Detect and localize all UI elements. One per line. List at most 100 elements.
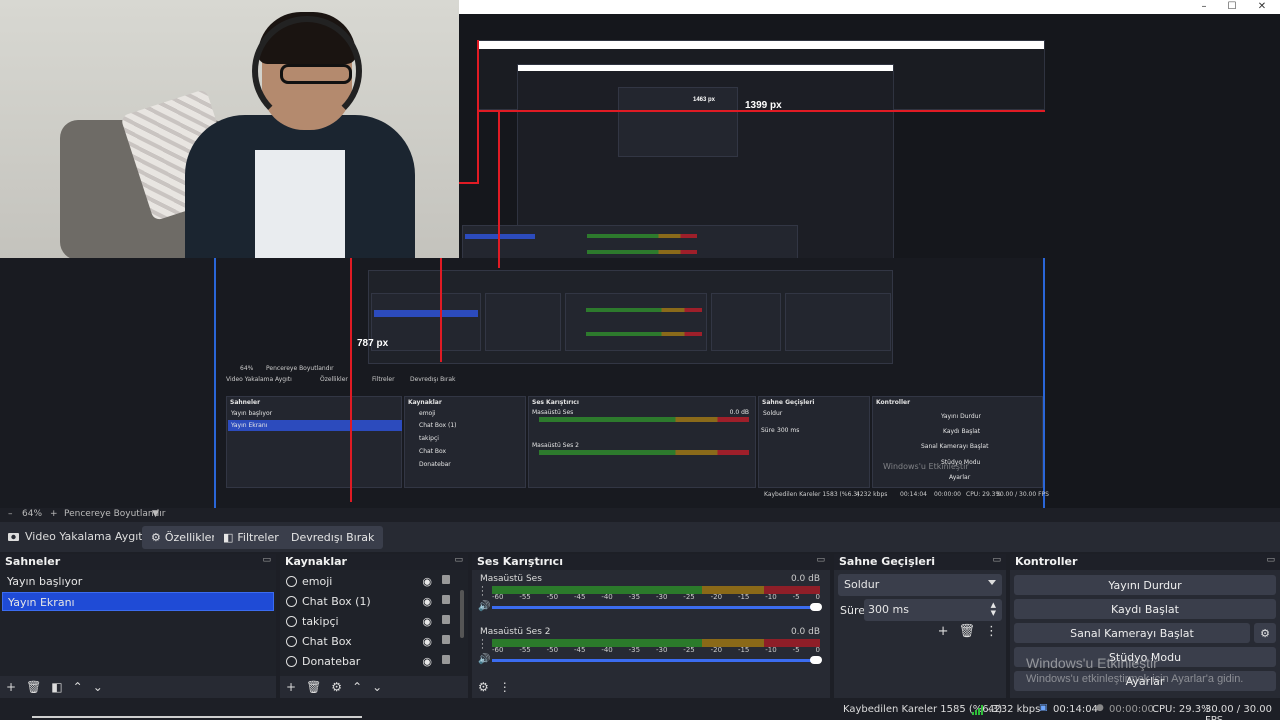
volume-slider-handle[interactable] (810, 656, 822, 664)
advanced-audio-icon[interactable]: ⚙ (478, 680, 489, 694)
webcam-feed[interactable] (0, 0, 459, 258)
gear-icon[interactable]: ⚙ (331, 680, 342, 694)
duration-input[interactable]: 300 ms ▲ ▼ (864, 599, 1002, 621)
trash-icon[interactable]: 🗑 (26, 680, 41, 694)
eye-icon[interactable]: ◉ (422, 575, 432, 588)
volume-slider[interactable] (492, 606, 820, 609)
nested2-meter (539, 450, 749, 455)
scenes-dock-header: Sahneler ▭ (0, 554, 276, 570)
lock-icon[interactable] (442, 635, 450, 644)
minimize-icon[interactable]: – (1195, 1, 1213, 12)
volume-slider-handle[interactable] (810, 603, 822, 611)
guide-line-vertical (498, 112, 500, 268)
horizontal-scrollbar[interactable] (32, 716, 362, 718)
nested2-zoom: 64% (240, 365, 254, 372)
source-item[interactable]: emoji ◉ (282, 572, 454, 591)
source-item[interactable]: Chat Box ◉ (282, 632, 454, 651)
popout-icon[interactable]: ▭ (816, 555, 825, 565)
trash-icon[interactable]: 🗑 (306, 680, 321, 694)
virtual-camera-settings-button[interactable]: ⚙ (1254, 623, 1276, 643)
source-item-label: Chat Box (1) (302, 595, 371, 608)
kebab-menu-icon[interactable]: ⋮ (985, 624, 998, 639)
popout-icon[interactable]: ▭ (262, 555, 271, 565)
chevron-down-icon[interactable]: ⌄ (372, 680, 382, 694)
add-icon[interactable]: + (6, 680, 16, 694)
nested2-vcam-btn: Sanal Kamerayı Başlat (921, 443, 989, 450)
popout-icon[interactable]: ▭ (1266, 555, 1275, 565)
meter-tick: 0 (815, 646, 820, 654)
lock-icon[interactable] (442, 595, 450, 604)
eye-icon[interactable]: ◉ (422, 615, 432, 628)
stop-stream-button[interactable]: Yayını Durdur (1014, 575, 1276, 595)
source-item-label: Chat Box (302, 635, 352, 648)
filters-button[interactable]: ◧ Filtreler (214, 526, 288, 549)
scene-item[interactable]: Yayın başlıyor (2, 572, 274, 591)
chevron-up-icon[interactable]: ⌃ (73, 680, 83, 694)
guide-label-height: 787 px (357, 338, 389, 349)
trash-icon[interactable]: 🗑 (958, 624, 975, 639)
speaker-icon[interactable]: 🔊 (478, 654, 490, 665)
sources-dock-header: Kaynaklar ▭ (280, 554, 468, 570)
close-icon[interactable]: ✕ (1253, 1, 1271, 12)
source-item[interactable]: takipçi ◉ (282, 612, 454, 631)
meter-tick: -20 (710, 593, 723, 601)
scenes-title: Sahneler (5, 555, 61, 568)
add-icon[interactable]: + (938, 624, 949, 639)
nested2-channel-name: Masaüstü Ses 2 (532, 442, 579, 449)
channel-name: Masaüstü Ses 2 (480, 627, 551, 637)
nested2-scenes-title: Sahneler (230, 399, 261, 406)
add-icon[interactable]: + (286, 680, 296, 694)
popout-icon[interactable]: ▭ (454, 555, 463, 565)
nested2-status-dropped: Kaybedilen Kareler 1583 (%6.3) (764, 491, 860, 498)
meter-tick: -45 (573, 593, 586, 601)
deactivate-button[interactable]: Devredışı Bırak (282, 526, 384, 549)
meter-tick: -50 (546, 593, 559, 601)
spinner-icon[interactable]: ▲ ▼ (991, 601, 996, 617)
properties-button[interactable]: ⚙ Özellikler (142, 526, 225, 549)
filter-icon[interactable]: ◧ (51, 680, 62, 694)
popout-icon[interactable]: ▭ (992, 555, 1001, 565)
source-item[interactable]: Chat Box (1) ◉ (282, 592, 454, 611)
lock-icon[interactable] (442, 615, 450, 624)
nested2-deactivate: Devredışı Bırak (410, 376, 456, 383)
zoom-out-button[interactable]: – (8, 509, 13, 519)
speaker-icon[interactable]: 🔊 (478, 601, 490, 612)
preview-area[interactable]: – ☐ ✕ Sahneler Yayın başlıyor Yayın Ekra… (0, 0, 1280, 508)
lock-icon[interactable] (442, 575, 450, 584)
chevron-down-icon[interactable]: ▼ (152, 509, 159, 519)
chevron-down-icon[interactable]: ⌄ (93, 680, 103, 694)
volume-slider[interactable] (492, 659, 820, 662)
chevron-up-icon[interactable]: ⌃ (352, 680, 362, 694)
transition-select[interactable]: Soldur (838, 574, 1002, 596)
eye-icon[interactable]: ◉ (422, 595, 432, 608)
eye-icon[interactable]: ◉ (422, 655, 432, 668)
channel-db: 0.0 dB (790, 574, 820, 584)
nested2-source-item: emoji (419, 410, 436, 417)
scene-item-selected[interactable]: Yayın Ekranı (2, 592, 274, 611)
nested2-trans-select: Soldur (763, 410, 783, 417)
nested-capture-3 (618, 87, 738, 157)
start-virtual-camera-button[interactable]: Sanal Kamerayı Başlat (1014, 623, 1250, 643)
nested2-source-label: Video Yakalama Aygıtı (226, 376, 292, 383)
sources-scrollbar[interactable] (460, 590, 464, 638)
start-recording-button[interactable]: Kaydı Başlat (1014, 599, 1276, 619)
fit-to-window-label[interactable]: Pencereye Boyutlandır (64, 509, 165, 519)
record-time: 00:00:00 (1109, 704, 1154, 715)
nested2-source-item: takipçi (419, 435, 439, 442)
source-item[interactable]: Donatebar ◉ (282, 652, 454, 671)
duration-value: 300 ms (868, 603, 909, 616)
sources-list: emoji ◉ Chat Box (1) ◉ takipçi ◉ Chat Bo… (280, 570, 468, 676)
meter-tick: -35 (628, 593, 641, 601)
maximize-icon[interactable]: ☐ (1223, 1, 1241, 12)
guide-label-nested: 1463 px (693, 97, 716, 103)
kebab-menu-icon[interactable]: ⋮ (499, 680, 511, 694)
sources-dock: Kaynaklar ▭ emoji ◉ Chat Box (1) ◉ takip… (280, 554, 468, 698)
kebab-menu-icon[interactable]: · · · (481, 584, 484, 601)
lock-icon[interactable] (442, 655, 450, 664)
kebab-menu-icon[interactable]: · · · (481, 637, 484, 654)
meter-tick: -20 (710, 646, 723, 654)
nested-titlebar (478, 41, 1044, 49)
eye-icon[interactable]: ◉ (422, 635, 432, 648)
zoom-in-button[interactable]: + (50, 509, 58, 519)
controls-dock-header: Kontroller ▭ (1010, 554, 1280, 570)
